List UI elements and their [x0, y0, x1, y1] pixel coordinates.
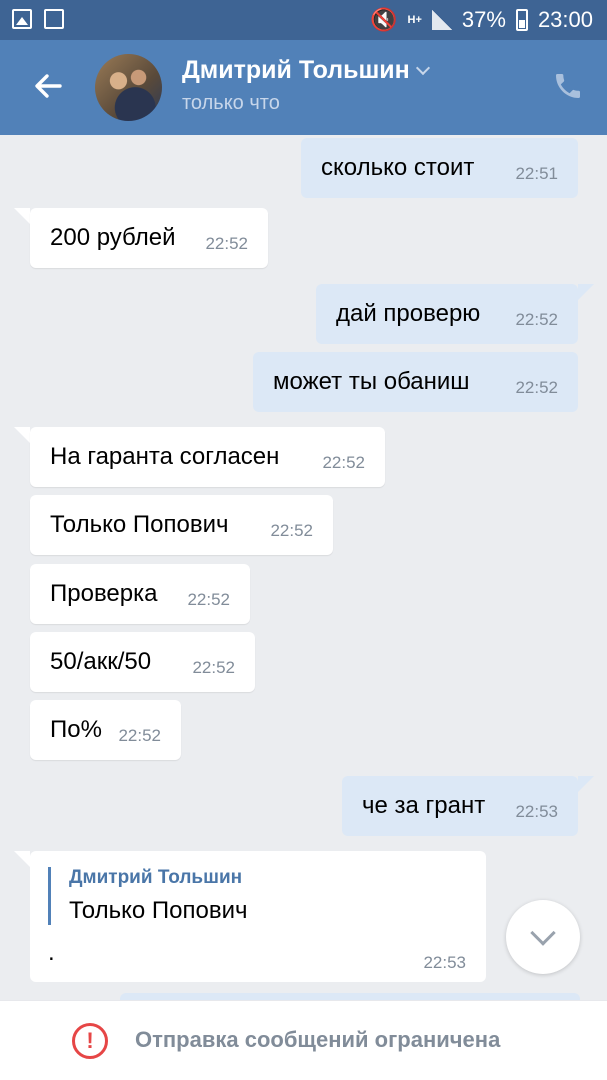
- message-time: 22:52: [270, 521, 313, 540]
- restricted-footer: ! Отправка сообщений ограничена: [0, 1000, 607, 1080]
- warning-icon: !: [72, 1023, 108, 1059]
- bubble-tail: [14, 427, 30, 443]
- message-time: 22:52: [515, 378, 558, 397]
- signal-icon: [431, 10, 452, 30]
- message-incoming[interactable]: 50/акк/50 22:52: [30, 632, 255, 692]
- network-type: H+: [407, 14, 422, 26]
- message-time: 22:52: [205, 234, 248, 253]
- chevron-down-icon: [530, 920, 556, 946]
- message-text: 200 рублей: [50, 224, 176, 251]
- message-text: че за грант: [362, 792, 486, 819]
- message-incoming[interactable]: 200 рублей 22:52: [30, 208, 268, 268]
- battery-percent: 37%: [461, 7, 506, 32]
- gallery-notification-icon: [12, 9, 32, 29]
- message-time: 22:52: [118, 726, 161, 745]
- message-incoming[interactable]: Только Попович 22:52: [30, 495, 333, 555]
- battery-icon: [515, 9, 528, 31]
- screenshot-notification-icon: [44, 9, 64, 29]
- chevron-down-icon: [415, 60, 430, 75]
- back-arrow-icon[interactable]: [30, 68, 66, 104]
- contact-name-button[interactable]: Дмитрий Тольшин: [182, 56, 430, 85]
- bubble-tail: [14, 208, 30, 224]
- scroll-to-bottom-button[interactable]: [506, 900, 580, 974]
- message-time: 22:53: [423, 953, 466, 972]
- status-bar: 🔇 H+ 37% 23:00: [0, 0, 607, 40]
- quoted-text: Только Попович: [69, 897, 248, 924]
- mute-icon: 🔇: [370, 7, 398, 32]
- message-time: 22:51: [515, 164, 558, 183]
- message-text: 50/акк/50: [50, 648, 152, 675]
- contact-avatar[interactable]: [95, 54, 162, 121]
- quoted-author[interactable]: Дмитрий Тольшин: [69, 867, 242, 889]
- message-text: дай проверю: [336, 300, 481, 327]
- message-incoming[interactable]: По% 22:52: [30, 700, 181, 760]
- message-text: По%: [50, 716, 102, 743]
- message-time: 22:52: [515, 310, 558, 329]
- message-outgoing[interactable]: может ты обаниш 22:52: [253, 352, 578, 412]
- message-time: 22:53: [515, 802, 558, 821]
- message-outgoing[interactable]: сколько стоит 22:51: [301, 138, 578, 198]
- bubble-tail: [578, 284, 594, 300]
- restriction-text: Отправка сообщений ограничена: [135, 1027, 501, 1052]
- message-text: может ты обаниш: [273, 368, 470, 395]
- message-text: .: [48, 939, 55, 966]
- message-outgoing[interactable]: че за грант 22:53: [342, 776, 578, 836]
- clock: 23:00: [537, 7, 593, 32]
- message-time: 22:52: [187, 590, 230, 609]
- quote-bar: [48, 867, 51, 925]
- message-text: На гаранта согласен: [50, 443, 280, 470]
- message-incoming-reply[interactable]: Дмитрий Тольшин Только Попович . 22:53: [30, 851, 486, 982]
- message-text: Только Попович: [50, 511, 229, 538]
- contact-status: только что: [182, 92, 280, 114]
- message-incoming[interactable]: Проверка 22:52: [30, 564, 250, 624]
- bubble-tail: [578, 776, 594, 792]
- message-time: 22:52: [322, 453, 365, 472]
- message-outgoing[interactable]: дай проверю 22:52: [316, 284, 578, 344]
- message-text: Проверка: [50, 580, 158, 607]
- message-time: 22:52: [192, 658, 235, 677]
- phone-call-icon[interactable]: [552, 70, 584, 102]
- contact-name: Дмитрий Тольшин: [182, 56, 410, 84]
- message-incoming[interactable]: На гаранта согласен 22:52: [30, 427, 385, 487]
- bubble-tail: [14, 851, 30, 867]
- message-text: сколько стоит: [321, 154, 475, 181]
- chat-header: Дмитрий Тольшин только что: [0, 40, 607, 135]
